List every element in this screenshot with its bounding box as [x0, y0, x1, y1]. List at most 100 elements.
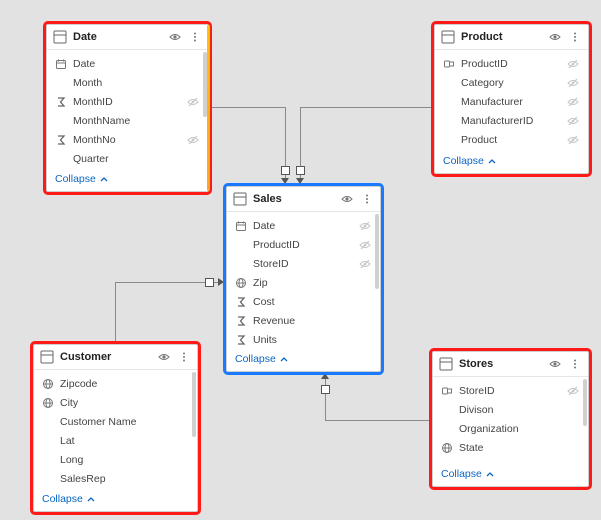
field-row[interactable]: ProductID — [435, 54, 588, 73]
field-name: Manufacturer — [461, 96, 560, 108]
field-row[interactable]: MonthName — [47, 111, 208, 130]
more-options-icon[interactable] — [568, 357, 582, 371]
field-name: Divison — [459, 404, 580, 416]
sigma-icon — [55, 96, 67, 108]
connector-product-sales — [300, 107, 432, 108]
table-icon — [441, 30, 455, 44]
field-row[interactable]: StoreID — [433, 381, 588, 400]
field-row[interactable]: Quarter — [47, 149, 208, 168]
field-row[interactable]: Date — [47, 54, 208, 73]
hidden-icon[interactable] — [566, 385, 580, 397]
scrollbar[interactable] — [583, 379, 587, 426]
field-row[interactable]: Long — [34, 450, 197, 469]
table-header[interactable]: Product — [435, 25, 588, 50]
hidden-icon[interactable] — [358, 239, 372, 251]
visibility-icon[interactable] — [157, 350, 171, 364]
field-name: Product — [461, 134, 560, 146]
field-row[interactable]: Manufacturer — [435, 92, 588, 111]
table-header[interactable]: Date — [47, 25, 208, 50]
collapse-link[interactable]: Collapse — [235, 353, 289, 365]
field-name: ProductID — [461, 58, 560, 70]
hidden-icon[interactable] — [566, 96, 580, 108]
collapse-link[interactable]: Collapse — [55, 173, 109, 185]
field-name: Organization — [459, 423, 580, 435]
field-row[interactable]: Customer Name — [34, 412, 197, 431]
more-options-icon[interactable] — [360, 192, 374, 206]
field-row[interactable]: Divison — [433, 400, 588, 419]
field-name: Units — [253, 334, 372, 346]
field-row[interactable]: Cost — [227, 292, 380, 311]
field-name: StoreID — [253, 258, 352, 270]
hidden-icon[interactable] — [186, 96, 200, 108]
collapse-link[interactable]: Collapse — [441, 468, 495, 480]
connector-dot — [205, 278, 214, 287]
more-options-icon[interactable] — [568, 30, 582, 44]
sigma-icon — [55, 134, 67, 146]
table-product[interactable]: Product ProductID Category Manufacturer … — [434, 24, 589, 174]
table-sales[interactable]: Sales Date ProductID StoreID Zip Cost Re… — [226, 186, 381, 372]
visibility-icon[interactable] — [548, 30, 562, 44]
table-fields: Date Month MonthID MonthName MonthNo Qua… — [47, 50, 208, 168]
field-row[interactable]: Month — [47, 73, 208, 92]
hidden-icon[interactable] — [566, 115, 580, 127]
field-row[interactable]: Revenue — [227, 311, 380, 330]
scrollbar[interactable] — [375, 214, 379, 289]
hidden-icon[interactable] — [358, 258, 372, 270]
globe-icon — [42, 397, 54, 409]
scrollbar[interactable] — [203, 52, 207, 117]
table-customer[interactable]: Customer Zipcode City Customer Name Lat … — [33, 344, 198, 512]
collapse-label: Collapse — [42, 493, 83, 505]
hidden-icon[interactable] — [566, 134, 580, 146]
field-row[interactable]: ProductID — [227, 235, 380, 254]
field-name: Month — [73, 77, 200, 89]
field-row[interactable]: Units — [227, 330, 380, 348]
visibility-icon[interactable] — [340, 192, 354, 206]
field-name: City — [60, 397, 189, 409]
key-icon — [443, 58, 455, 70]
field-row[interactable]: Lat — [34, 431, 197, 450]
field-row[interactable]: Category — [435, 73, 588, 92]
more-options-icon[interactable] — [188, 30, 202, 44]
globe-icon — [235, 277, 247, 289]
visibility-icon[interactable] — [548, 357, 562, 371]
model-canvas[interactable]: Date Date Month MonthID MonthName MonthN… — [0, 0, 601, 520]
collapse-label: Collapse — [443, 155, 484, 167]
visibility-icon[interactable] — [168, 30, 182, 44]
field-row[interactable]: StoreID — [227, 254, 380, 273]
field-row[interactable]: Zipcode — [34, 374, 197, 393]
field-name: Cost — [253, 296, 372, 308]
field-name: Long — [60, 454, 189, 466]
field-row[interactable]: Zip — [227, 273, 380, 292]
field-row[interactable]: Organization — [433, 419, 588, 438]
scrollbar[interactable] — [192, 372, 196, 437]
field-name: SalesRep — [60, 473, 189, 485]
field-row[interactable]: City — [34, 393, 197, 412]
field-row[interactable]: Date — [227, 216, 380, 235]
table-header[interactable]: Sales — [227, 187, 380, 212]
hidden-icon[interactable] — [186, 134, 200, 146]
hidden-icon[interactable] — [566, 58, 580, 70]
table-date[interactable]: Date Date Month MonthID MonthName MonthN… — [46, 24, 209, 192]
field-row[interactable]: MonthNo — [47, 130, 208, 149]
field-row[interactable]: SalesRep — [34, 469, 197, 488]
table-header[interactable]: Stores — [433, 352, 588, 377]
table-stores[interactable]: Stores StoreID Divison Organization Stat… — [432, 351, 589, 487]
field-row[interactable]: State — [433, 438, 588, 457]
field-row[interactable]: ManufacturerID — [435, 111, 588, 130]
hidden-icon[interactable] — [358, 220, 372, 232]
collapse-link[interactable]: Collapse — [443, 155, 497, 167]
connector-stores-sales — [325, 420, 430, 421]
table-header[interactable]: Customer — [34, 345, 197, 370]
collapse-link[interactable]: Collapse — [42, 493, 96, 505]
field-row[interactable]: MonthID — [47, 92, 208, 111]
more-options-icon[interactable] — [177, 350, 191, 364]
connector-arrow-icon — [321, 373, 329, 379]
field-row[interactable]: Product — [435, 130, 588, 149]
chevron-up-icon — [99, 174, 109, 184]
field-name: Date — [253, 220, 352, 232]
field-name: ManufacturerID — [461, 115, 560, 127]
hidden-icon[interactable] — [566, 77, 580, 89]
table-fields: Zipcode City Customer Name Lat Long Sale… — [34, 370, 197, 488]
collapse-label: Collapse — [55, 173, 96, 185]
connector-arrow-icon — [281, 178, 289, 184]
